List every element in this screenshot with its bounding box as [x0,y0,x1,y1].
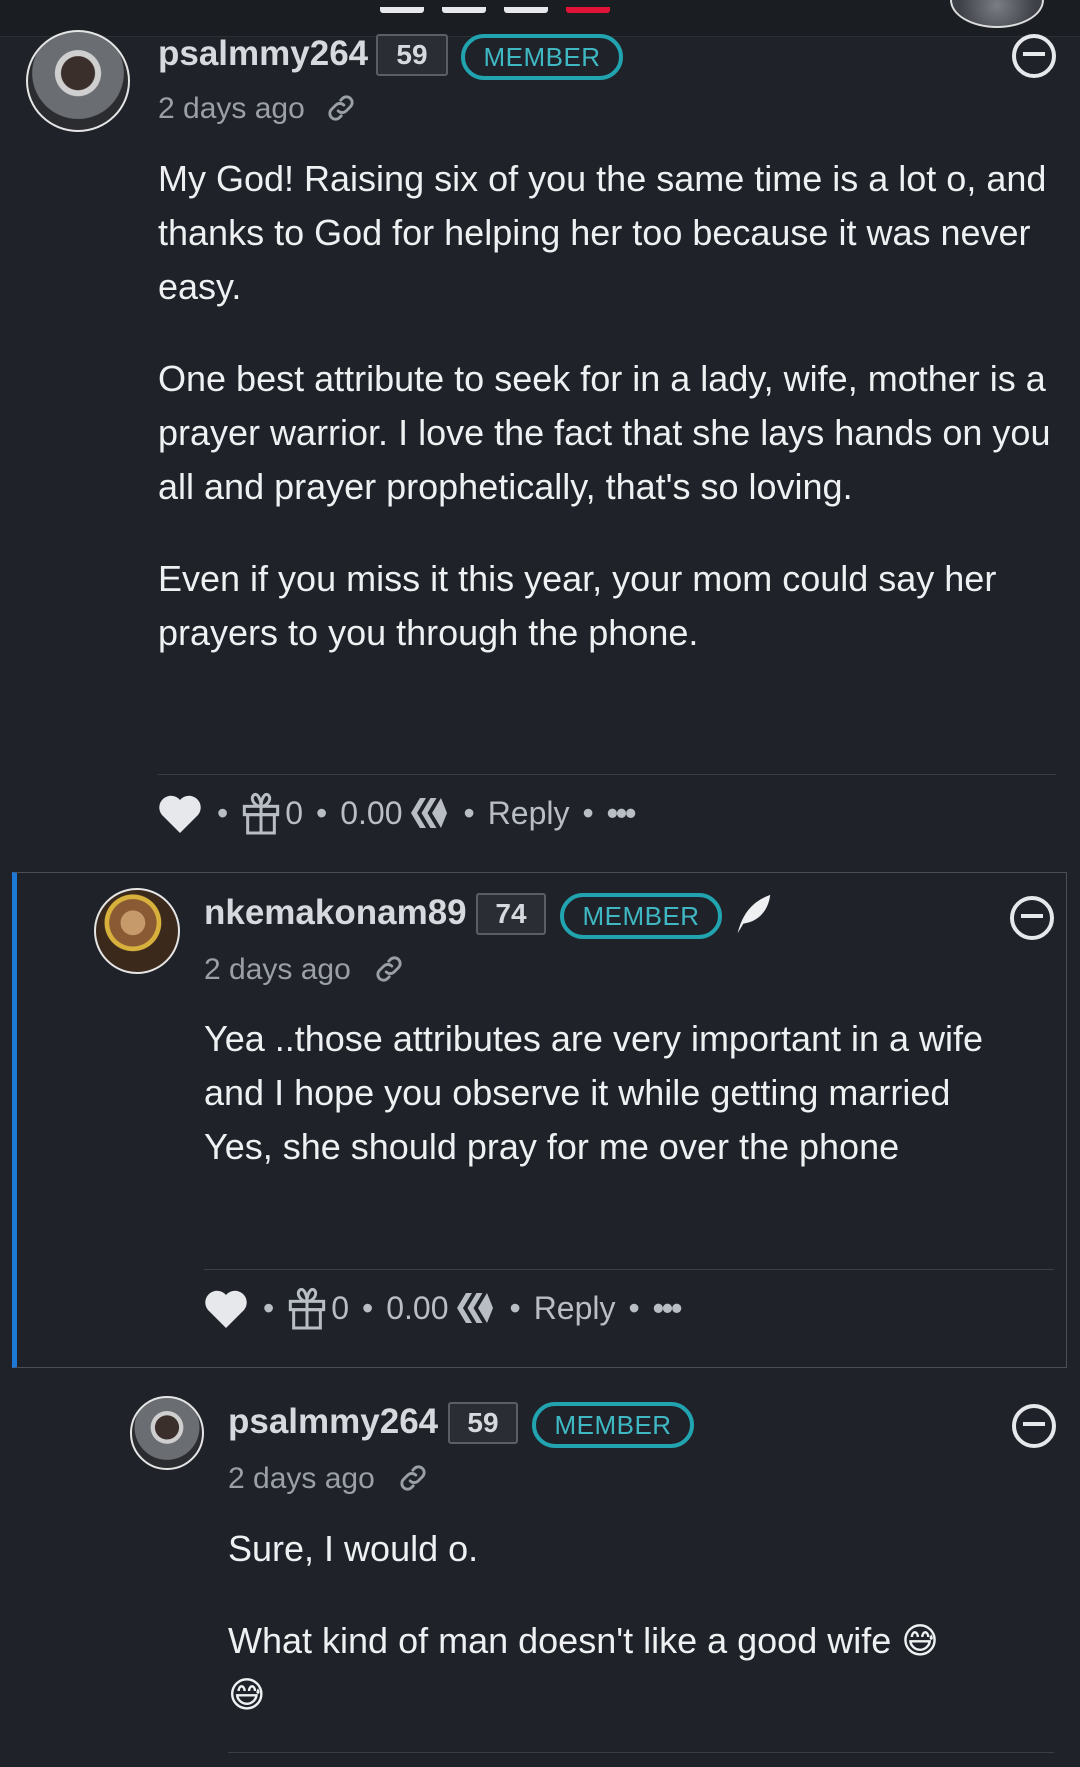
member-badge: MEMBER [461,34,623,80]
heart-icon[interactable] [202,1286,250,1330]
member-badge: MEMBER [560,893,722,939]
payout-value[interactable]: 0.00 [340,795,402,832]
top-bar [0,0,1080,37]
comment-timestamp[interactable]: 2 days ago [204,953,351,987]
hive-icon [411,798,448,828]
avatar[interactable] [94,888,180,974]
link-icon[interactable] [324,91,358,125]
comment-paragraph: 😅 [228,1674,266,1715]
reply-button[interactable]: Reply [488,795,570,832]
gift-count: 0 [331,1289,349,1326]
avatar[interactable] [130,1396,204,1470]
comment-paragraph: My God! Raising six of you the same time… [158,158,1047,307]
link-icon[interactable] [396,1461,430,1495]
more-options-button[interactable]: ••• [653,1290,683,1327]
comment-actions: • 0 • 0.00 • Reply • ••• [156,788,637,838]
comment-paragraph: Yea ..those attributes are very importan… [204,1018,984,1113]
comment-actions: • 0 • 0.00 • Reply • ••• [202,1283,683,1333]
gift-count: 0 [285,794,303,831]
avatar[interactable] [26,30,130,132]
comment-paragraph: Sure, I would o. [228,1528,479,1569]
comment-author[interactable]: psalmmy264 [158,34,368,74]
more-options-button[interactable]: ••• [607,795,637,832]
comment-timestamp[interactable]: 2 days ago [228,1462,375,1496]
reputation-badge: 59 [376,34,448,76]
collapse-icon[interactable] [1012,1404,1056,1448]
comment-body: My God! Raising six of you the same time… [158,152,1058,660]
comment-paragraph: Yes, she should pray for me over the pho… [204,1126,900,1167]
comment-paragraph: Even if you miss it this year, your mom … [158,558,997,653]
link-icon[interactable] [372,952,406,986]
collapse-icon[interactable] [1012,34,1056,78]
comment-body: Yea ..those attributes are very importan… [204,1012,1004,1174]
member-badge: MEMBER [532,1402,694,1448]
site-logo[interactable] [380,0,680,13]
reputation-badge: 59 [448,1402,518,1444]
reply-button[interactable]: Reply [534,1290,616,1327]
comment-paragraph: What kind of man doesn't like a good wif… [228,1620,939,1661]
comment-paragraph: One best attribute to seek for in a lady… [158,358,1051,507]
divider [158,774,1056,775]
gift-icon[interactable] [287,1286,327,1330]
comment-timestamp[interactable]: 2 days ago [158,92,305,126]
comment-author[interactable]: nkemakonam89 [204,893,467,933]
payout-value[interactable]: 0.00 [386,1290,448,1327]
comment-author[interactable]: psalmmy264 [228,1402,438,1442]
reputation-badge: 74 [476,893,546,935]
user-avatar-menu[interactable] [950,0,1044,28]
heart-icon[interactable] [156,791,204,835]
divider [228,1752,1054,1753]
feather-icon [737,894,771,934]
divider [204,1269,1054,1270]
comment-body: Sure, I would o. What kind of man doesn'… [228,1522,1048,1722]
gift-icon[interactable] [241,791,281,835]
collapse-icon[interactable] [1010,896,1054,940]
hive-icon [457,1293,494,1323]
